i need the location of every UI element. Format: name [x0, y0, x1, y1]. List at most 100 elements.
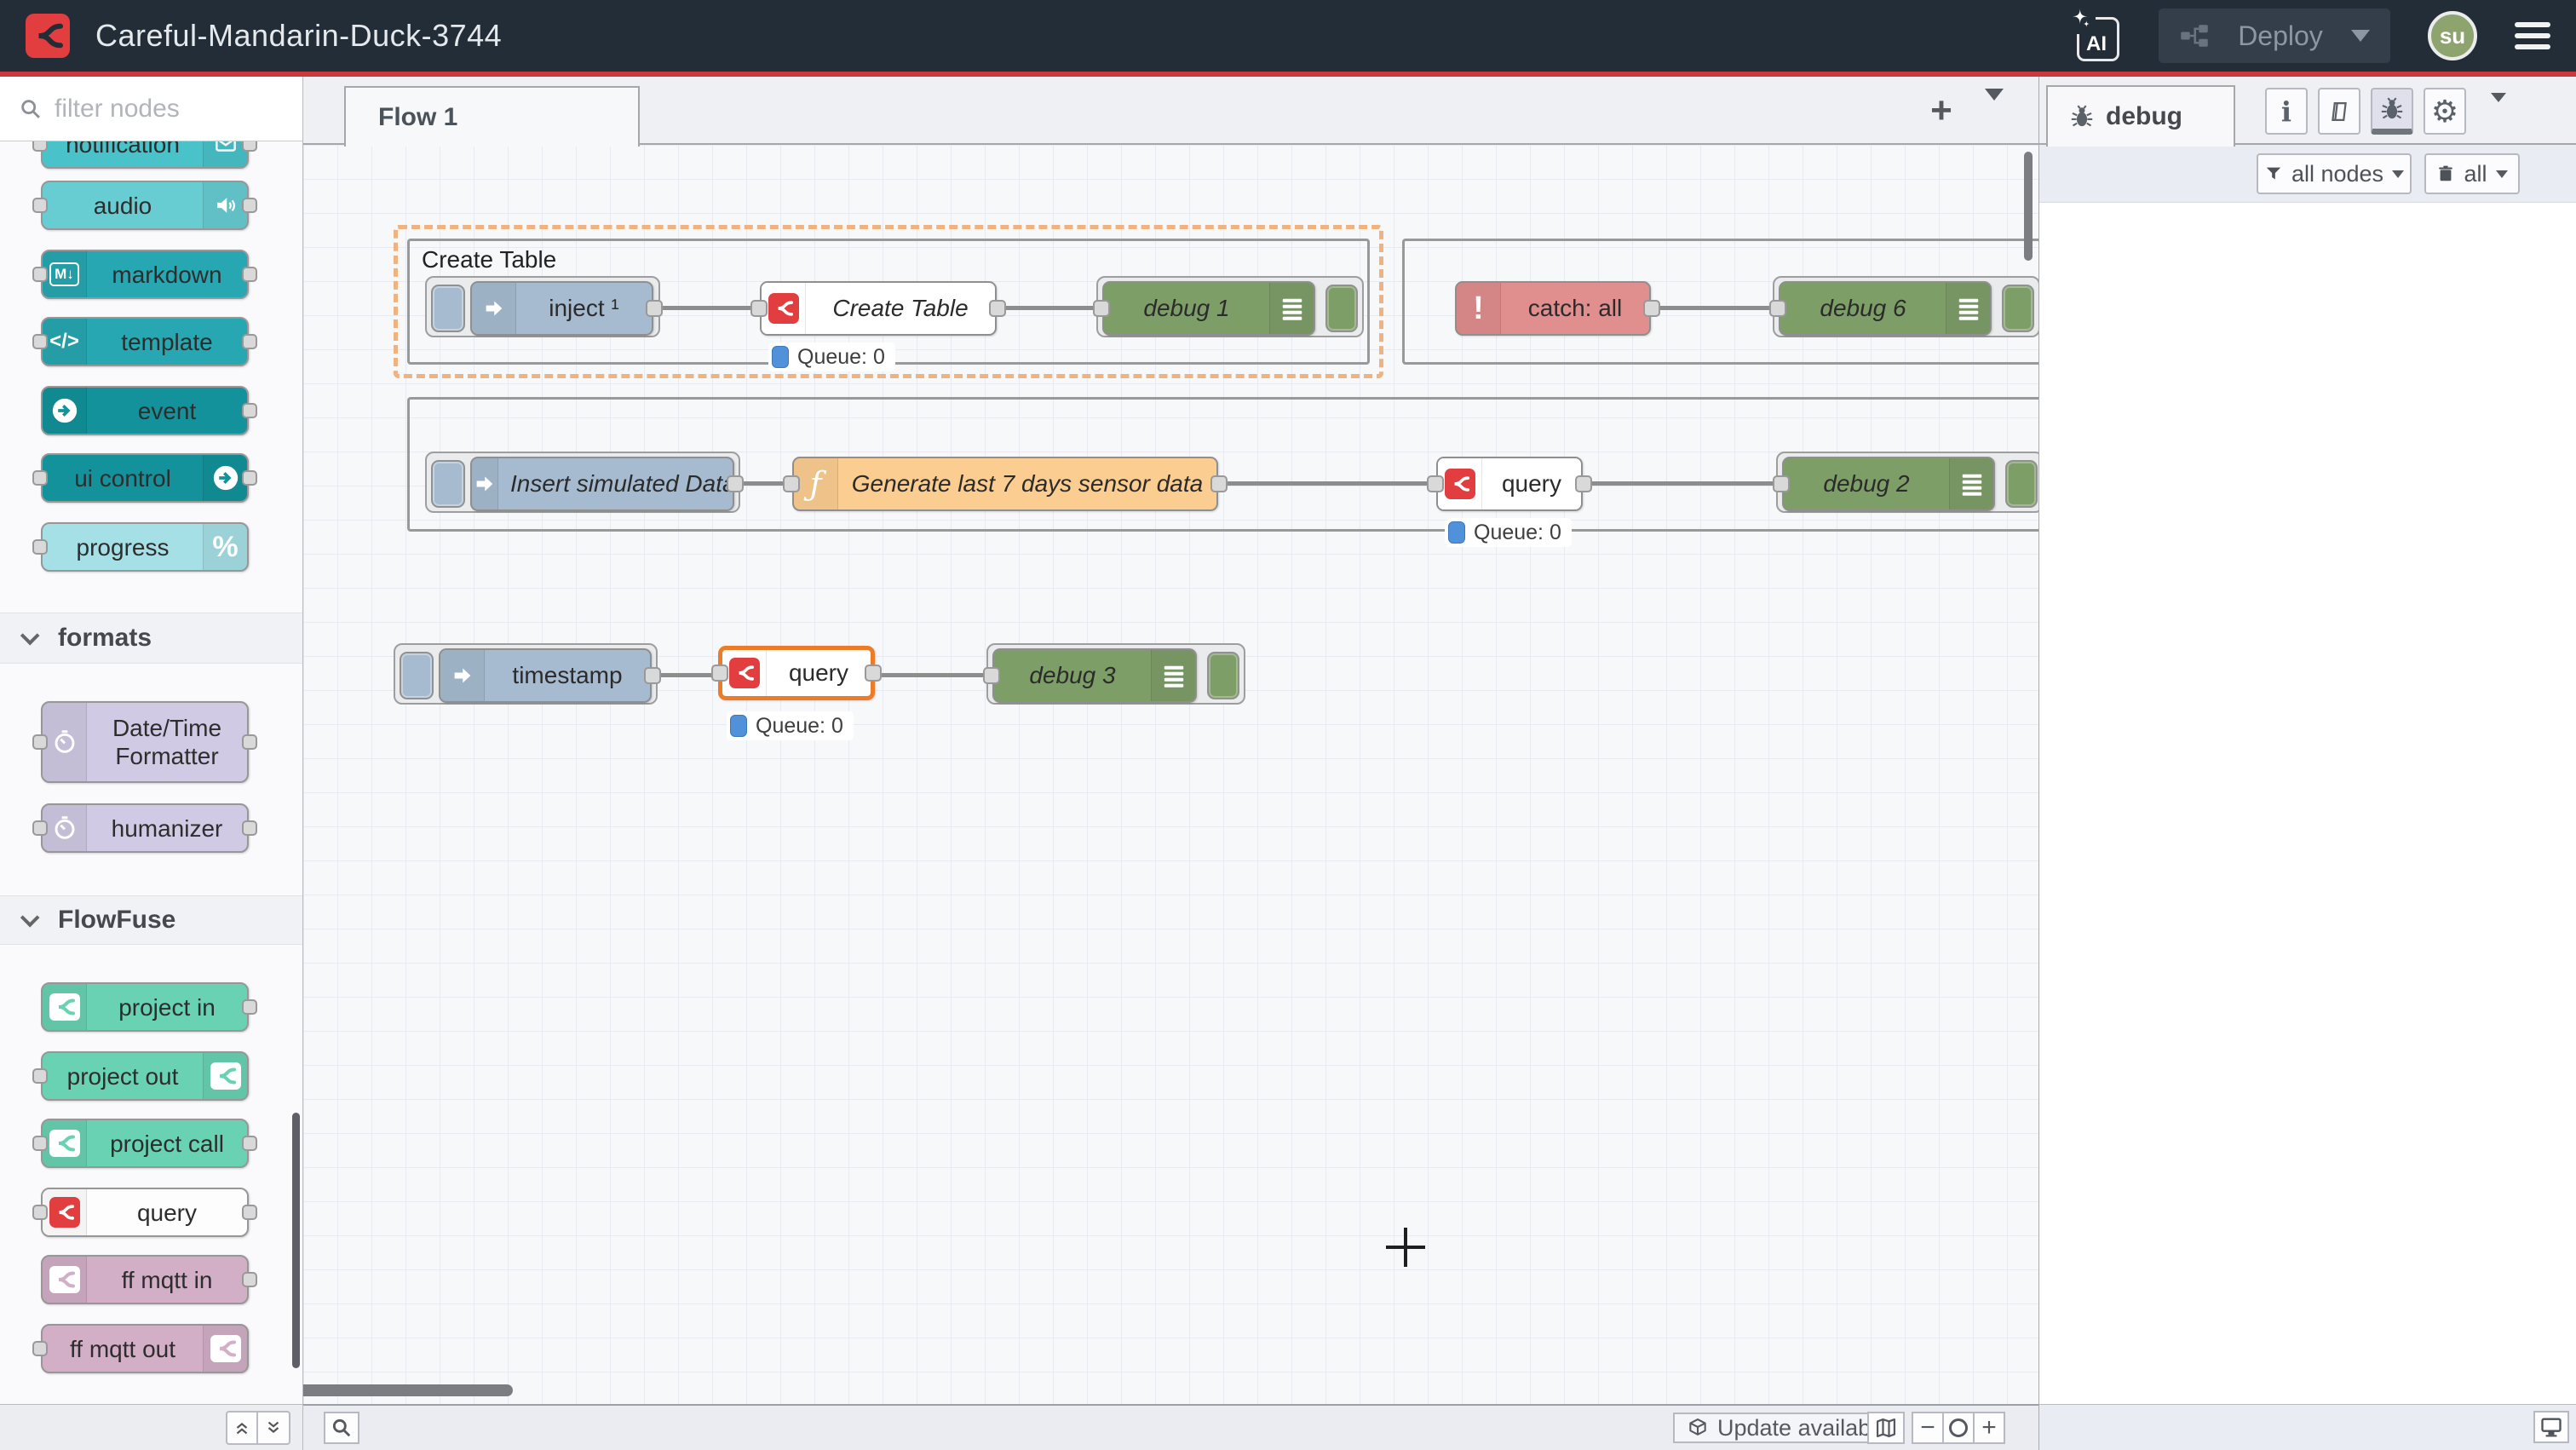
- debug-filter-button[interactable]: all nodes: [2257, 153, 2412, 194]
- debug-toggle-button[interactable]: [1207, 652, 1239, 699]
- output-port[interactable]: [989, 300, 1006, 317]
- flow-list-caret[interactable]: [1985, 101, 2004, 116]
- debug-messages-tab-button[interactable]: [2371, 88, 2413, 135]
- queue-dot-icon: [772, 346, 789, 368]
- wire[interactable]: [1654, 306, 1782, 310]
- input-port[interactable]: [750, 300, 768, 317]
- palette-category-flowfuse[interactable]: FlowFuse: [0, 895, 302, 945]
- output-port[interactable]: [727, 475, 744, 492]
- node-query-3-selected[interactable]: query: [718, 646, 875, 700]
- output-port[interactable]: [644, 667, 661, 684]
- debug-toggle-button[interactable]: [2005, 460, 2038, 508]
- palette-node-template[interactable]: </> template: [41, 317, 249, 366]
- info-tab-button[interactable]: i: [2265, 88, 2308, 135]
- output-port[interactable]: [1210, 475, 1228, 492]
- canvas-footer: Update available − +: [303, 1404, 2038, 1450]
- queue-status-badge: Queue: 0: [727, 711, 854, 740]
- palette-node-project-call[interactable]: project call: [41, 1119, 249, 1168]
- palette-node-audio[interactable]: audio: [41, 181, 249, 230]
- debug-toggle-button[interactable]: [2002, 285, 2034, 332]
- input-port: [32, 198, 48, 213]
- palette-node-progress[interactable]: progress %: [41, 522, 249, 572]
- input-port[interactable]: [983, 667, 1000, 684]
- inject-button[interactable]: [400, 652, 434, 699]
- add-flow-button[interactable]: +: [1918, 90, 1964, 133]
- palette-node-ff-mqtt-in[interactable]: ff mqtt in: [41, 1255, 249, 1304]
- input-port[interactable]: [1773, 475, 1790, 492]
- node-debug-3[interactable]: debug 3: [992, 648, 1197, 703]
- palette-node-notification[interactable]: notification: [41, 141, 249, 169]
- input-port[interactable]: [1427, 475, 1444, 492]
- output-port[interactable]: [1575, 475, 1592, 492]
- minimap-button[interactable]: [1867, 1412, 1905, 1444]
- node-query-2[interactable]: query: [1436, 457, 1583, 511]
- palette-node-markdown[interactable]: M↓ markdown: [41, 250, 249, 299]
- zoom-out-button[interactable]: −: [1912, 1412, 1944, 1444]
- output-port[interactable]: [646, 300, 663, 317]
- flowfuse-fork-icon: [43, 984, 87, 1030]
- wire[interactable]: [1000, 306, 1106, 310]
- inject-button[interactable]: [431, 285, 465, 332]
- wire[interactable]: [657, 306, 763, 310]
- palette-scrollbar[interactable]: [292, 1113, 300, 1368]
- palette-node-ui-control[interactable]: ui control: [41, 453, 249, 503]
- node-inject-1[interactable]: inject ¹: [470, 281, 653, 336]
- zoom-in-button[interactable]: +: [1973, 1412, 2005, 1444]
- circle-arrow-icon: [203, 455, 247, 501]
- canvas-vertical-scrollbar[interactable]: [2024, 152, 2033, 261]
- tab-debug[interactable]: debug: [2046, 85, 2235, 147]
- ai-assistant-button[interactable]: AI: [2072, 9, 2121, 63]
- input-port[interactable]: [1769, 300, 1786, 317]
- deploy-caret-icon[interactable]: [2351, 30, 2370, 42]
- palette-list: notification audio M↓ markdown </> tem: [0, 141, 302, 1404]
- output-port[interactable]: [1643, 300, 1660, 317]
- input-port[interactable]: [783, 475, 800, 492]
- canvas-horizontal-scrollbar[interactable]: [303, 1384, 513, 1396]
- node-catch-all[interactable]: ! catch: all: [1455, 281, 1651, 336]
- wire[interactable]: [1222, 481, 1440, 486]
- input-port[interactable]: [711, 665, 728, 682]
- inject-button[interactable]: [431, 460, 465, 508]
- input-port: [32, 470, 48, 486]
- config-nodes-tab-button[interactable]: ⚙: [2424, 88, 2466, 135]
- palette-node-event[interactable]: event: [41, 386, 249, 435]
- tab-flow-1[interactable]: Flow 1: [344, 86, 640, 147]
- zoom-reset-button[interactable]: [1942, 1412, 1975, 1444]
- sidebar-menu-caret[interactable]: [2491, 102, 2506, 118]
- palette-node-humanizer[interactable]: humanizer: [41, 803, 249, 853]
- inject-arrow-icon: [440, 650, 485, 701]
- node-debug-6[interactable]: debug 6: [1779, 281, 1992, 336]
- node-insert-simulated-data[interactable]: Insert simulated Data: [470, 457, 734, 511]
- node-timestamp[interactable]: timestamp: [439, 648, 652, 703]
- main-menu-button[interactable]: [2515, 22, 2550, 49]
- palette-node-datetime-formatter[interactable]: Date/Time Formatter: [41, 701, 249, 783]
- wire[interactable]: [875, 673, 996, 677]
- output-port: [242, 734, 257, 750]
- palette-search[interactable]: [0, 77, 302, 141]
- wire[interactable]: [1586, 481, 1785, 486]
- collapse-all-button[interactable]: [226, 1411, 258, 1445]
- user-avatar[interactable]: su: [2428, 11, 2477, 60]
- node-debug-2[interactable]: debug 2: [1782, 457, 1995, 511]
- palette-node-project-out[interactable]: project out: [41, 1051, 249, 1101]
- input-port[interactable]: [1093, 300, 1110, 317]
- node-debug-1[interactable]: debug 1: [1102, 281, 1315, 336]
- bug-icon: [2380, 97, 2404, 121]
- expand-all-button[interactable]: [258, 1411, 290, 1445]
- open-in-window-button[interactable]: [2533, 1411, 2569, 1443]
- flow-canvas[interactable]: Create Table inject ¹ Create Table Queue…: [303, 145, 2038, 1404]
- palette-category-formats[interactable]: formats: [0, 613, 302, 664]
- debug-clear-button[interactable]: all: [2424, 153, 2520, 194]
- debug-toggle-button[interactable]: [1325, 285, 1358, 332]
- code-icon: </>: [43, 319, 87, 365]
- search-input[interactable]: [55, 95, 259, 124]
- node-create-table-query[interactable]: Create Table: [760, 281, 997, 336]
- output-port[interactable]: [865, 665, 882, 682]
- node-generate-sensor-data[interactable]: ƒ Generate last 7 days sensor data: [792, 457, 1218, 511]
- palette-node-ff-mqtt-out[interactable]: ff mqtt out: [41, 1324, 249, 1373]
- deploy-button[interactable]: Deploy: [2159, 9, 2390, 63]
- help-tab-button[interactable]: [2318, 88, 2360, 135]
- palette-node-query[interactable]: query: [41, 1188, 249, 1237]
- palette-node-project-in[interactable]: project in: [41, 982, 249, 1032]
- search-flows-button[interactable]: [324, 1412, 359, 1444]
